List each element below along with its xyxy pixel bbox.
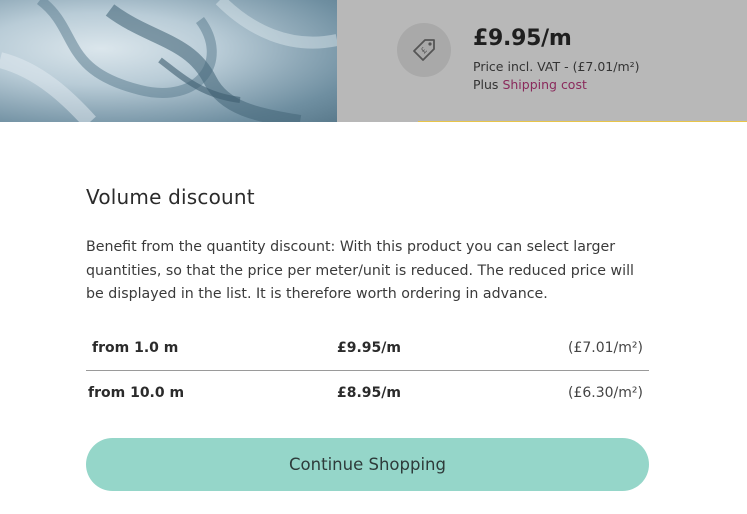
price-tag-icon: £ — [397, 23, 451, 77]
continue-shopping-button[interactable]: Continue Shopping — [86, 438, 649, 491]
tier-quantity: from 1.0 m — [92, 340, 179, 356]
shipping-prefix: Plus — [473, 77, 499, 92]
discount-tier-row: from 1.0 m £9.95/m (£7.01/m²) — [86, 327, 649, 371]
shipping-cost-link[interactable]: Shipping cost — [502, 77, 586, 92]
modal-title: Volume discount — [86, 185, 255, 209]
product-price: £9.95/m — [473, 26, 572, 51]
product-header-backdrop: £ £9.95/m Price incl. VAT - (£7.01/m²) P… — [0, 0, 747, 123]
discount-tier-row: from 10.0 m £8.95/m (£6.30/m²) — [86, 372, 649, 416]
svg-text:£: £ — [419, 46, 429, 56]
tier-price-per-meter: £9.95/m — [337, 340, 401, 356]
modal-description: Benefit from the quantity discount: With… — [86, 239, 634, 302]
fabric-image — [0, 0, 337, 122]
tier-quantity: from 10.0 m — [88, 385, 185, 401]
tier-price-per-sqm: (£6.30/m²) — [568, 385, 643, 401]
tier-price-per-meter: £8.95/m — [337, 385, 401, 401]
shipping-info: Plus Shipping cost — [473, 77, 587, 92]
price-vat-info: Price incl. VAT - (£7.01/m²) — [473, 59, 640, 74]
volume-discount-modal: Volume discount Benefit from the quantit… — [0, 122, 747, 514]
tier-price-per-sqm: (£7.01/m²) — [568, 340, 643, 356]
